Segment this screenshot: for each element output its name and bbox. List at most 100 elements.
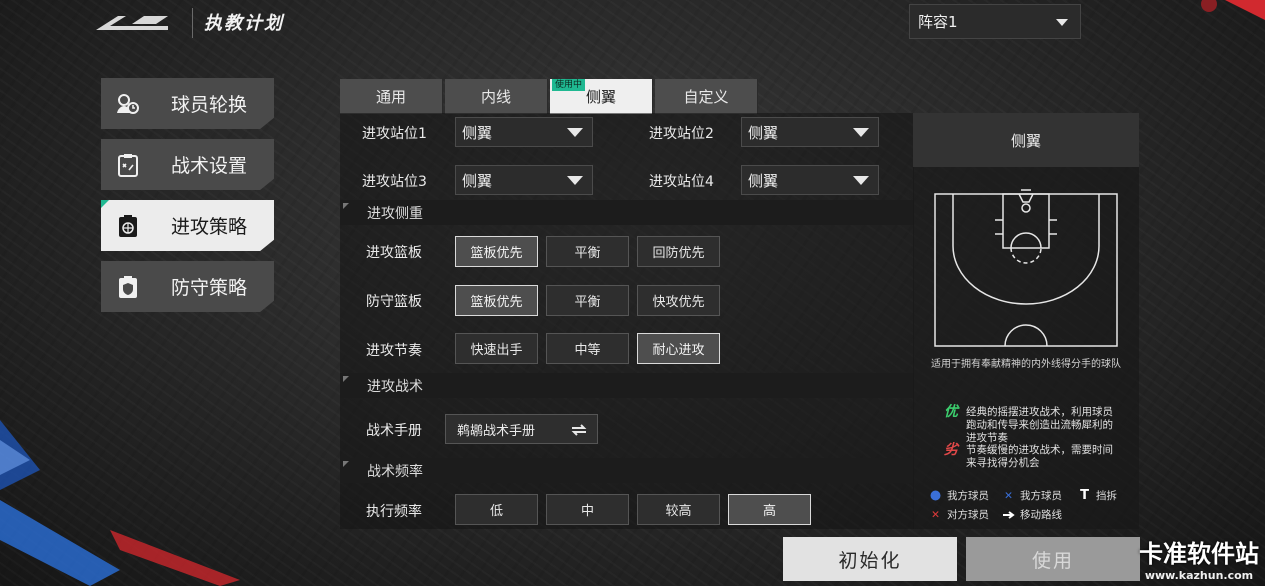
watermark-url: www.kazhun.com	[1144, 569, 1254, 582]
x-blue-icon: ✕	[1004, 489, 1013, 502]
dropdown-value: 侧翼	[462, 171, 493, 190]
position-3-dropdown[interactable]: 侧翼	[455, 165, 593, 195]
chevron-down-icon	[853, 176, 869, 185]
tab-label: 内线	[480, 88, 511, 106]
playbook-label: 战术手册	[366, 423, 422, 439]
nav-label: 进攻策略	[171, 216, 248, 238]
option-button[interactable]: 平衡	[546, 236, 629, 267]
watermark-title: 卡准软件站	[1139, 540, 1259, 568]
game-logo-icon	[96, 16, 168, 30]
option-button[interactable]: 高	[728, 494, 811, 525]
swap-icon	[571, 424, 587, 436]
screen-t-icon: T	[1080, 488, 1089, 503]
site-watermark: 卡准软件站 www.kazhun.com	[1139, 534, 1259, 582]
page-title: 执教计划	[204, 13, 284, 34]
legend-label: 挡拆	[1096, 490, 1117, 502]
decorative-streaks	[0, 420, 240, 586]
tab-label: 侧翼	[585, 88, 616, 106]
position-3-label: 进攻站位3	[362, 174, 427, 190]
option-button[interactable]: 篮板优先	[455, 285, 538, 316]
dot-icon	[929, 489, 942, 502]
nav-item-defense-strategy[interactable]: 防守策略	[101, 261, 274, 312]
nav-label: 战术设置	[171, 155, 248, 177]
playbook-value: 鹈鹕战术手册	[457, 423, 536, 439]
execution-frequency-label: 执行频率	[366, 504, 422, 520]
legend-item: 我方球员	[929, 488, 989, 503]
option-button[interactable]: 平衡	[546, 285, 629, 316]
option-button[interactable]: 耐心进攻	[637, 333, 720, 364]
section-title: 战术频率	[367, 463, 423, 480]
legend-label: 我方球员	[947, 490, 989, 502]
reset-button[interactable]: 初始化	[783, 537, 957, 581]
nav-item-tactic-settings[interactable]: 战术设置	[101, 139, 274, 190]
pros-block: 优 经典的摇摆进攻战术，利用球员跑动和传导来创造出流畅犀利的进攻节奏	[944, 404, 1121, 445]
legend-item: T 挡拆	[1078, 488, 1117, 503]
position-2-dropdown[interactable]: 侧翼	[741, 117, 879, 147]
option-button[interactable]: 低	[455, 494, 538, 525]
chevron-down-icon	[567, 128, 583, 137]
playbook-selector[interactable]: 鹈鹕战术手册	[445, 414, 598, 444]
section-offense-emphasis: 进攻侧重	[340, 200, 914, 225]
legend-label: 我方球员	[1020, 490, 1062, 502]
defense-rebound-label: 防守篮板	[366, 294, 422, 310]
active-corner-marker	[101, 200, 109, 208]
cons-block: 劣 节奏缓慢的进攻战术，需要时间来寻找得分机会	[944, 443, 1121, 470]
tab-label: 通用	[375, 88, 406, 106]
offense-rebound-label: 进攻篮板	[366, 245, 422, 261]
tab-wing[interactable]: 使用中 侧翼	[550, 79, 653, 114]
legend-label: 移动路线	[1020, 509, 1062, 521]
pro-text: 经典的摇摆进攻战术，利用球员跑动和传导来创造出流畅犀利的进攻节奏	[966, 406, 1113, 444]
section-title: 进攻侧重	[367, 205, 423, 222]
shield-clipboard-icon	[115, 274, 141, 300]
option-button[interactable]: 篮板优先	[455, 236, 538, 267]
section-offense-tactics: 进攻战术	[340, 373, 914, 398]
section-marker	[343, 461, 349, 467]
option-button[interactable]: 中	[546, 494, 629, 525]
legend-item: ✕ 对方球员	[929, 507, 989, 522]
tab-general[interactable]: 通用	[340, 79, 443, 114]
section-marker	[343, 203, 349, 209]
option-button[interactable]: 快速出手	[455, 333, 538, 364]
dropdown-value: 侧翼	[748, 123, 779, 142]
nav-item-player-rotation[interactable]: 球员轮换	[101, 78, 274, 129]
pro-tag: 优	[944, 404, 958, 420]
arrow-icon	[1002, 508, 1015, 521]
info-caption: 适用于拥有奉献精神的内外线得分手的球队	[931, 359, 1121, 370]
legend-item: ✕ 我方球员	[1002, 488, 1062, 503]
position-4-dropdown[interactable]: 侧翼	[741, 165, 879, 195]
option-button[interactable]: 回防优先	[637, 236, 720, 267]
legend-label: 对方球员	[947, 509, 989, 521]
nav-label: 球员轮换	[171, 94, 248, 116]
tab-custom[interactable]: 自定义	[655, 79, 758, 114]
dropdown-value: 侧翼	[748, 171, 779, 190]
offense-tempo-label: 进攻节奏	[366, 343, 422, 359]
chevron-down-icon	[567, 176, 583, 185]
tab-inside[interactable]: 内线	[445, 79, 548, 114]
legend-item: 移动路线	[1002, 507, 1062, 522]
tactic-board-icon	[115, 152, 141, 178]
lineup-select-value: 阵容1	[918, 13, 958, 31]
nav-item-offense-strategy[interactable]: 进攻策略	[101, 200, 274, 251]
chevron-down-icon	[1056, 19, 1068, 26]
option-button[interactable]: 快攻优先	[637, 285, 720, 316]
option-button[interactable]: 中等	[546, 333, 629, 364]
position-1-label: 进攻站位1	[362, 126, 427, 142]
chevron-down-icon	[853, 128, 869, 137]
position-1-dropdown[interactable]: 侧翼	[455, 117, 593, 147]
player-rotation-icon	[115, 91, 141, 117]
position-2-label: 进攻站位2	[649, 126, 714, 142]
in-use-badge: 使用中	[552, 79, 586, 91]
nav-label: 防守策略	[171, 277, 248, 299]
con-text: 节奏缓慢的进攻战术，需要时间来寻找得分机会	[966, 444, 1113, 469]
x-red-icon: ✕	[931, 508, 940, 521]
option-button[interactable]: 较高	[637, 494, 720, 525]
basketball-clipboard-icon	[115, 213, 141, 239]
section-marker	[343, 376, 349, 382]
tab-label: 自定义	[683, 88, 729, 106]
title-divider	[192, 8, 193, 38]
use-button[interactable]: 使用	[966, 537, 1140, 581]
lineup-select[interactable]: 阵容1	[909, 4, 1081, 39]
dropdown-value: 侧翼	[462, 123, 493, 142]
section-tactic-frequency: 战术频率	[340, 458, 914, 483]
half-court-diagram	[934, 189, 1118, 347]
